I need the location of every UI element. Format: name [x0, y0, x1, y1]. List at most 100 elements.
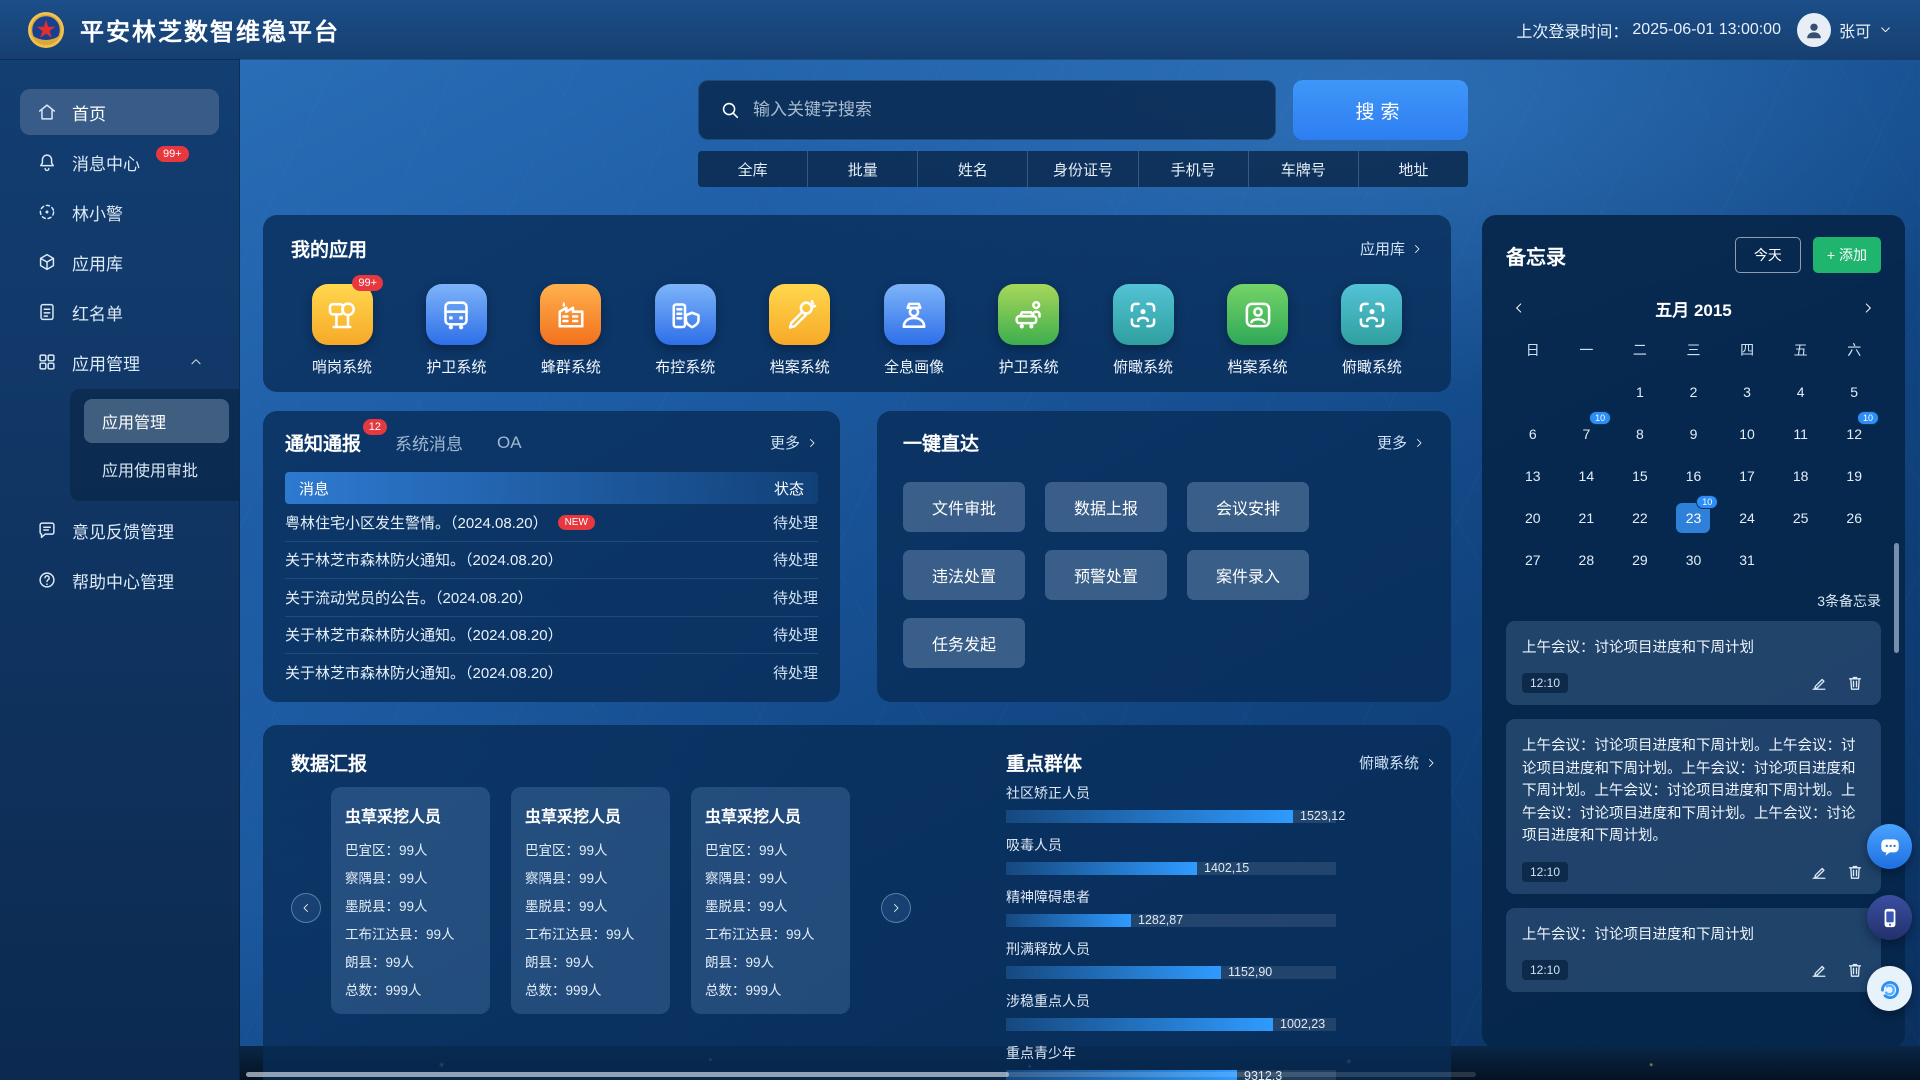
calendar-day-10[interactable]: 10 — [1720, 417, 1774, 451]
calendar-day-5[interactable]: 5 — [1827, 375, 1881, 409]
notice-row[interactable]: 关于林芝市森林防火通知。（2024.08.20）待处理 — [285, 617, 818, 655]
calendar-day-6[interactable]: 6 — [1506, 417, 1560, 451]
customer-service-chat-button[interactable] — [1867, 824, 1912, 869]
quick-button-文件审批[interactable]: 文件审批 — [903, 482, 1025, 532]
calendar-day-16[interactable]: 16 — [1667, 459, 1721, 493]
calendar-day-12[interactable]: 1210 — [1827, 417, 1881, 451]
filter-tab-手机号[interactable]: 手机号 — [1139, 151, 1249, 187]
calendar-day-14[interactable]: 14 — [1560, 459, 1614, 493]
sidebar-item-帮助中心管理[interactable]: 帮助中心管理 — [20, 557, 219, 603]
notices-title[interactable]: 通知通报 12 — [285, 429, 361, 456]
filter-tab-身份证号[interactable]: 身份证号 — [1028, 151, 1138, 187]
edit-memo-button[interactable] — [1809, 862, 1829, 882]
app-tile-蜂群系统[interactable]: 蜂群系统 — [528, 284, 614, 377]
app-library-link[interactable]: 应用库 — [1360, 238, 1423, 259]
sidebar-item-首页[interactable]: 首页 — [20, 89, 219, 135]
memo-scrollbar[interactable] — [1894, 543, 1899, 653]
notice-row[interactable]: 关于流动党员的公告。（2024.08.20）待处理 — [285, 579, 818, 617]
quick-button-数据上报[interactable]: 数据上报 — [1045, 482, 1167, 532]
sidebar-subitem-应用使用审批[interactable]: 应用使用审批 — [84, 447, 229, 491]
calendar-day-4[interactable]: 4 — [1774, 375, 1828, 409]
edit-memo-button[interactable] — [1809, 673, 1829, 693]
key-groups-link[interactable]: 俯瞰系统 — [1359, 752, 1437, 773]
user-menu[interactable]: 张可 — [1797, 13, 1892, 47]
calendar-day-17[interactable]: 17 — [1720, 459, 1774, 493]
quick-access-more-link[interactable]: 更多 — [1377, 432, 1425, 453]
calendar-day-26[interactable]: 26 — [1827, 501, 1881, 535]
delete-memo-button[interactable] — [1845, 673, 1865, 693]
app-tile-俯瞰系统[interactable]: 俯瞰系统 — [1329, 284, 1415, 377]
calendar-day-20[interactable]: 20 — [1506, 501, 1560, 535]
sidebar-item-应用管理[interactable]: 应用管理 — [20, 339, 219, 385]
calendar-day-31[interactable]: 31 — [1720, 543, 1774, 577]
memo-card[interactable]: 上午会议：讨论项目进度和下周计划。上午会议：讨论项目进度和下周计划。上午会议：讨… — [1506, 719, 1881, 893]
horizontal-scrollbar[interactable] — [246, 1072, 1476, 1077]
app-tile-档案系统[interactable]: 档案系统 — [757, 284, 843, 377]
sidebar-item-红名单[interactable]: 红名单 — [20, 289, 219, 335]
calendar-day-25[interactable]: 25 — [1774, 501, 1828, 535]
sidebar-item-消息中心[interactable]: 消息中心99+ — [20, 139, 219, 185]
quick-button-违法处置[interactable]: 违法处置 — [903, 550, 1025, 600]
delete-memo-button[interactable] — [1845, 862, 1865, 882]
mobile-device-button[interactable] — [1867, 895, 1912, 940]
carousel-next-button[interactable] — [881, 893, 911, 923]
calendar-day-18[interactable]: 18 — [1774, 459, 1828, 493]
calendar-day-23[interactable]: 2310 — [1667, 501, 1721, 535]
calendar-day-15[interactable]: 15 — [1613, 459, 1667, 493]
search-button[interactable]: 搜索 — [1293, 80, 1468, 140]
filter-tab-批量[interactable]: 批量 — [808, 151, 918, 187]
app-tile-俯瞰系统[interactable]: 俯瞰系统 — [1100, 284, 1186, 377]
calendar-day-19[interactable]: 19 — [1827, 459, 1881, 493]
calendar-day-11[interactable]: 11 — [1774, 417, 1828, 451]
sidebar-subitem-应用管理[interactable]: 应用管理 — [84, 399, 229, 443]
avatar[interactable] — [1797, 13, 1831, 47]
app-tile-全息画像[interactable]: 全息画像 — [871, 284, 957, 377]
calendar-day-29[interactable]: 29 — [1613, 543, 1667, 577]
assistant-swirl-button[interactable] — [1867, 966, 1912, 1011]
sidebar-item-意见反馈管理[interactable]: 意见反馈管理 — [20, 507, 219, 553]
calendar-day-7[interactable]: 710 — [1560, 417, 1614, 451]
calendar-day-21[interactable]: 21 — [1560, 501, 1614, 535]
edit-memo-button[interactable] — [1809, 960, 1829, 980]
app-tile-哨岗系统[interactable]: 99+哨岗系统 — [299, 284, 385, 377]
calendar-day-1[interactable]: 1 — [1613, 375, 1667, 409]
calendar-day-22[interactable]: 22 — [1613, 501, 1667, 535]
calendar-day-3[interactable]: 3 — [1720, 375, 1774, 409]
user-name[interactable]: 张可 — [1839, 18, 1871, 42]
calendar-day-13[interactable]: 13 — [1506, 459, 1560, 493]
calendar-day-24[interactable]: 24 — [1720, 501, 1774, 535]
calendar-day-30[interactable]: 30 — [1667, 543, 1721, 577]
memo-card[interactable]: 上午会议：讨论项目进度和下周计划12:10 — [1506, 621, 1881, 705]
horizontal-scrollbar-thumb[interactable] — [246, 1072, 1009, 1077]
quick-button-预警处置[interactable]: 预警处置 — [1045, 550, 1167, 600]
filter-tab-地址[interactable]: 地址 — [1359, 151, 1468, 187]
filter-tab-姓名[interactable]: 姓名 — [918, 151, 1028, 187]
search-input[interactable] — [753, 100, 1255, 120]
data-card[interactable]: 虫草采挖人员巴宜区：99人察隅县：99人墨脱县：99人工布江达县：99人朗县：9… — [511, 787, 670, 1014]
carousel-prev-button[interactable] — [291, 893, 321, 923]
quick-button-案件录入[interactable]: 案件录入 — [1187, 550, 1309, 600]
calendar-day-9[interactable]: 9 — [1667, 417, 1721, 451]
app-tile-档案系统[interactable]: 档案系统 — [1215, 284, 1301, 377]
data-card[interactable]: 虫草采挖人员巴宜区：99人察隅县：99人墨脱县：99人工布江达县：99人朗县：9… — [691, 787, 850, 1014]
notices-more-link[interactable]: 更多 — [770, 432, 818, 453]
quick-button-会议安排[interactable]: 会议安排 — [1187, 482, 1309, 532]
calendar-prev-month-button[interactable] — [1506, 295, 1532, 321]
delete-memo-button[interactable] — [1845, 960, 1865, 980]
calendar-day-8[interactable]: 8 — [1613, 417, 1667, 451]
tab-oa[interactable]: OA — [497, 433, 522, 453]
filter-tab-全库[interactable]: 全库 — [698, 151, 808, 187]
app-tile-护卫系统[interactable]: 护卫系统 — [986, 284, 1072, 377]
memo-card[interactable]: 上午会议：讨论项目进度和下周计划12:10 — [1506, 908, 1881, 992]
calendar-day-2[interactable]: 2 — [1667, 375, 1721, 409]
app-tile-布控系统[interactable]: 布控系统 — [642, 284, 728, 377]
calendar-day-28[interactable]: 28 — [1560, 543, 1614, 577]
sidebar-item-林小警[interactable]: 林小警 — [20, 189, 219, 235]
today-button[interactable]: 今天 — [1735, 237, 1801, 273]
notice-row[interactable]: 关于林芝市森林防火通知。（2024.08.20）待处理 — [285, 542, 818, 580]
filter-tab-车牌号[interactable]: 车牌号 — [1249, 151, 1359, 187]
data-card[interactable]: 虫草采挖人员巴宜区：99人察隅县：99人墨脱县：99人工布江达县：99人朗县：9… — [331, 787, 490, 1014]
calendar-next-month-button[interactable] — [1855, 295, 1881, 321]
notice-row[interactable]: 粤林住宅小区发生警情。（2024.08.20）NEW待处理 — [285, 504, 818, 542]
app-tile-护卫系统[interactable]: 护卫系统 — [413, 284, 499, 377]
